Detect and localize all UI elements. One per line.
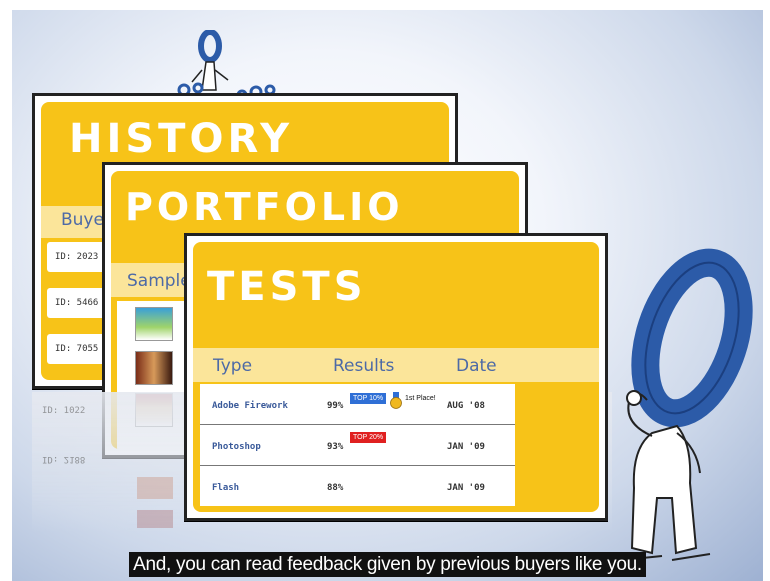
test-type: Adobe Firework [212,401,288,411]
rank-badge: TOP 10% [350,393,387,404]
portfolio-column-header: Sample [127,271,191,291]
test-type: Photoshop [212,442,261,452]
history-row-id: ID: 5466 [55,298,99,308]
reflection-id: ID: 2188 [42,454,86,464]
portfolio-thumbnail[interactable] [135,307,173,341]
mascot-o-character [621,248,753,561]
tests-header-band [193,348,599,382]
video-frame: HISTORY Buye ID: 2023 ID: 5466 ID: 7055 … [12,10,763,581]
reflection-thumb [137,477,173,499]
tests-header-date: Date [456,356,497,376]
portfolio-title: PORTFOLIO [125,185,404,229]
subtitle-text: And, you can read feedback given by prev… [129,552,646,577]
table-row: Flash 88% JAN '09 [200,466,515,506]
subtitle-bar: And, you can read feedback given by prev… [12,552,763,577]
tests-card: TESTS Type Results Date Adobe Firework 9… [184,233,608,521]
table-row: Photoshop 93% TOP 20% JAN '09 [200,425,515,466]
reflection-id: ID: 1022 [42,406,86,416]
test-date: AUG '08 [447,401,485,411]
tests-table: Adobe Firework 99% TOP 10% 1st Place! AU… [200,384,515,506]
tests-title: TESTS [207,264,367,310]
tests-header-type: Type [213,356,253,376]
test-result: 88% [327,483,344,493]
tests-header-results: Results [333,356,395,376]
history-column-header: Buye [61,210,104,230]
history-row-id: ID: 7055 [55,344,99,354]
portfolio-thumbnail[interactable] [135,351,173,385]
table-row: Adobe Firework 99% TOP 10% 1st Place! AU… [200,384,515,425]
test-date: JAN '09 [447,442,485,452]
history-title: HISTORY [69,116,294,162]
test-result: 93% [327,442,344,452]
reflection-thumb [137,510,173,528]
history-row-id: ID: 2023 [55,252,99,262]
gold-medal-icon [390,392,402,409]
award-label: 1st Place! [405,395,436,402]
rank-badge: TOP 20% [350,432,387,443]
test-result: 99% [327,401,344,411]
test-date: JAN '09 [447,483,485,493]
test-type: Flash [212,483,240,493]
